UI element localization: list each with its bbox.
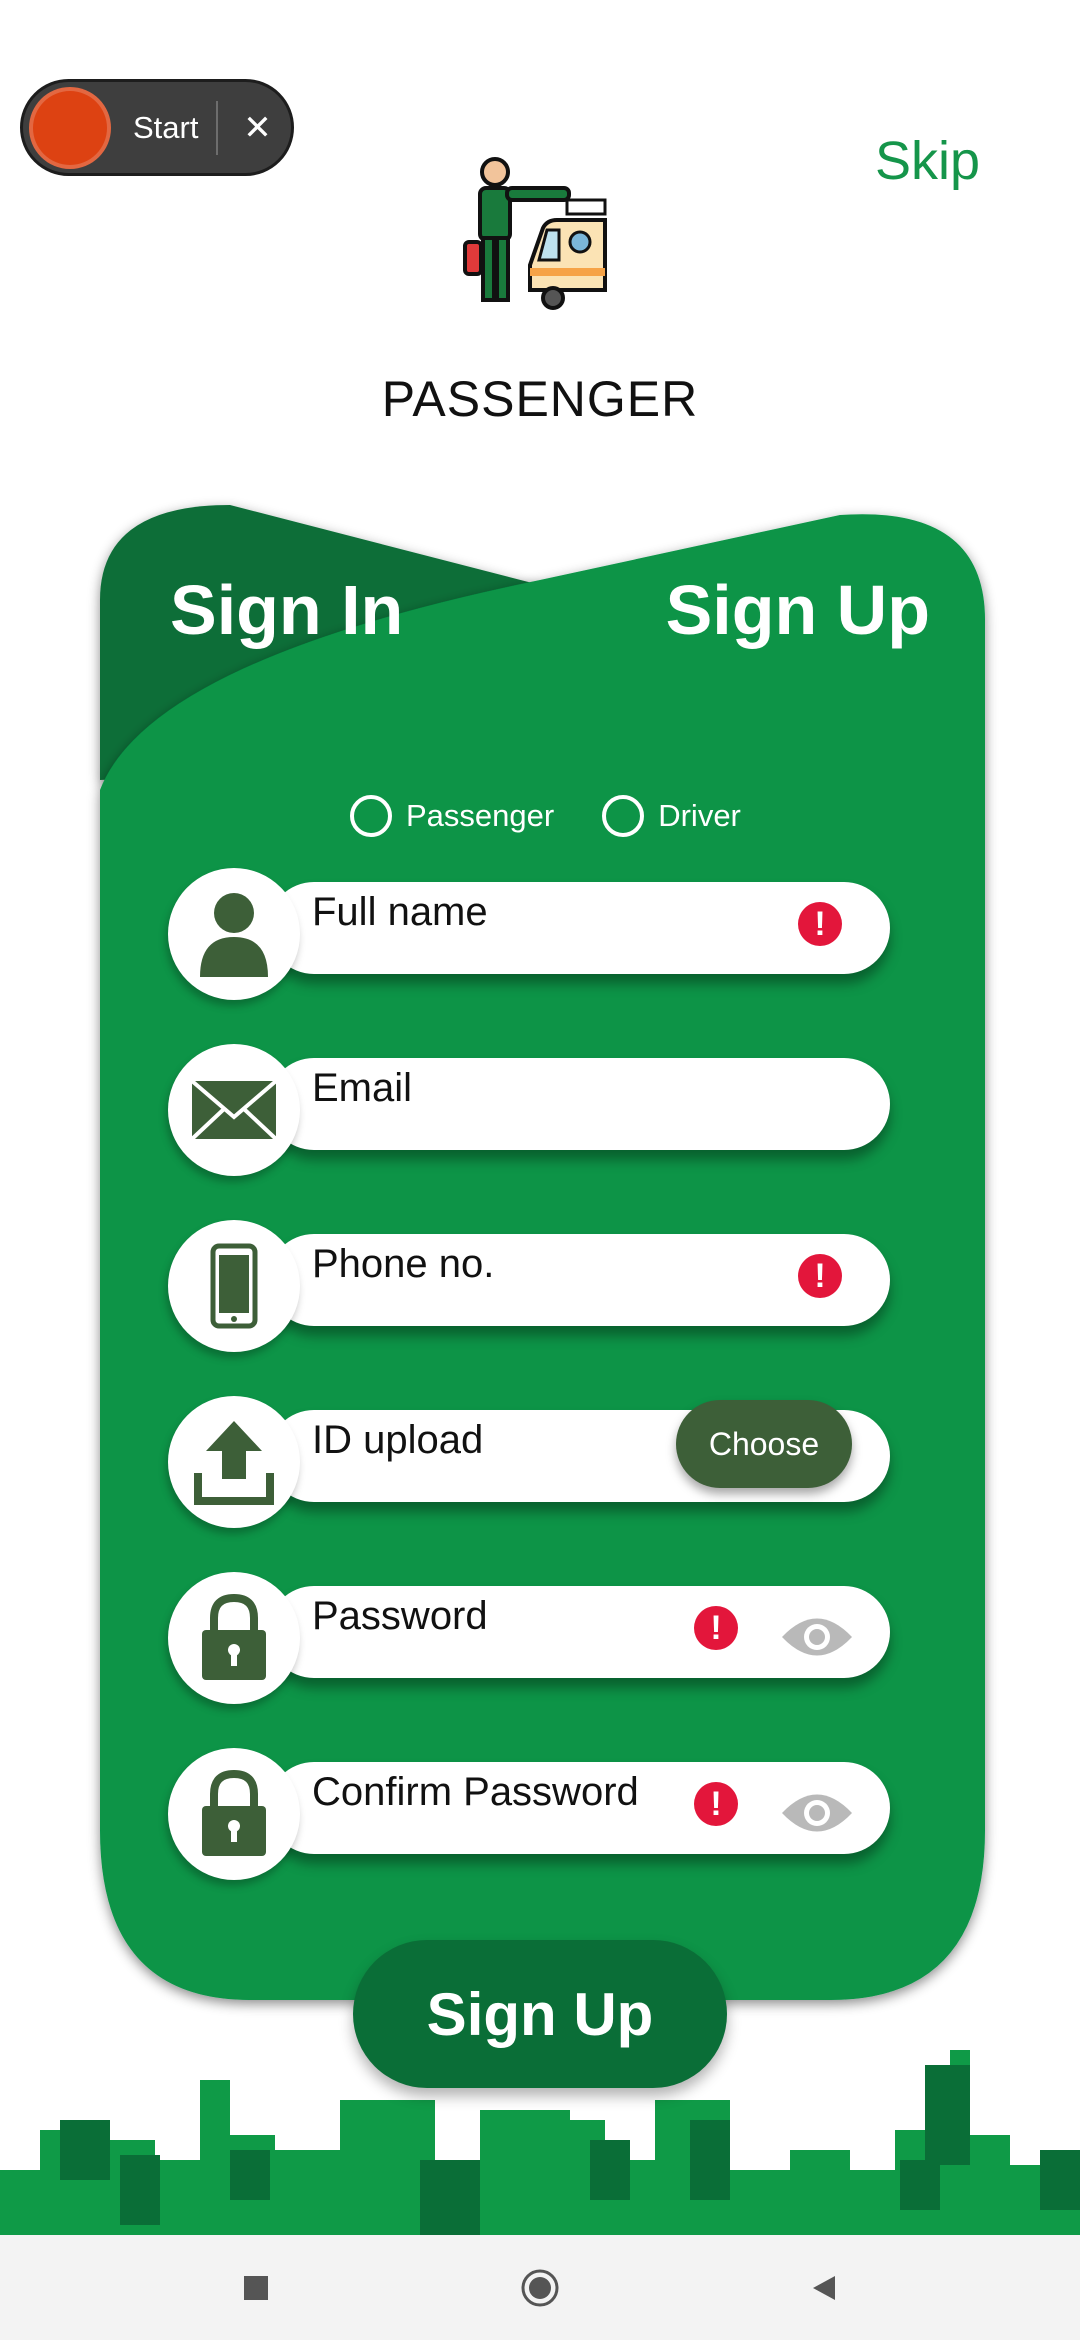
phone-field[interactable]: Phone no. ! [168,1220,890,1352]
radio-circle[interactable] [602,795,645,837]
passenger-taxi-icon [463,157,607,310]
password-field[interactable]: Password ! [168,1572,890,1704]
field-label: Confirm Password [312,1770,639,1814]
upload-icon [168,1396,300,1528]
field-label: Phone no. [312,1242,495,1286]
lock-icon [168,1572,300,1704]
radio-driver[interactable]: Driver [602,795,741,837]
account-type-group: Passenger Driver [350,795,789,837]
recents-icon[interactable] [226,2258,286,2318]
field-label: Full name [312,890,488,934]
record-start-label[interactable]: Start [133,110,198,146]
field-label: Email [312,1066,413,1110]
lock-icon [168,1748,300,1880]
recorder-divider [216,100,219,155]
field-label: Password [312,1594,488,1638]
radio-label: Driver [658,798,741,833]
signup-screen: Start ✕ Skip PASSENGER Sign In Sign Up P… [0,0,1080,2340]
recorder-close-icon[interactable]: ✕ [240,108,274,148]
confirm-password-field[interactable]: Confirm Password ! [168,1748,890,1880]
email-field[interactable]: Email [168,1044,890,1176]
record-icon[interactable] [29,86,111,169]
skip-link[interactable]: Skip [875,130,980,192]
alert-icon: ! [798,902,842,946]
eye-icon[interactable] [780,1612,854,1662]
full-name-field[interactable]: Full name ! [168,868,890,1000]
phone-icon [168,1220,300,1352]
envelope-icon [168,1044,300,1176]
alert-icon: ! [694,1606,738,1650]
screen-recorder-pill[interactable]: Start ✕ [20,79,294,176]
choose-file-button[interactable]: Choose [676,1400,852,1488]
eye-icon[interactable] [780,1788,854,1838]
system-nav-bar [0,2235,1080,2340]
home-icon[interactable] [510,2258,570,2318]
id-upload-field[interactable]: ID upload Choose [168,1396,890,1528]
tab-sign-up[interactable]: Sign Up [666,570,930,650]
radio-label: Passenger [406,798,555,833]
radio-passenger[interactable]: Passenger [350,795,554,837]
alert-icon: ! [798,1254,842,1298]
field-label: ID upload [312,1418,484,1462]
sign-up-button[interactable]: Sign Up [353,1940,727,2088]
back-icon[interactable] [794,2258,854,2318]
person-icon [168,868,300,1000]
alert-icon: ! [694,1782,738,1826]
radio-circle[interactable] [350,795,392,837]
tab-sign-in[interactable]: Sign In [170,570,403,650]
role-title: PASSENGER [381,371,699,427]
